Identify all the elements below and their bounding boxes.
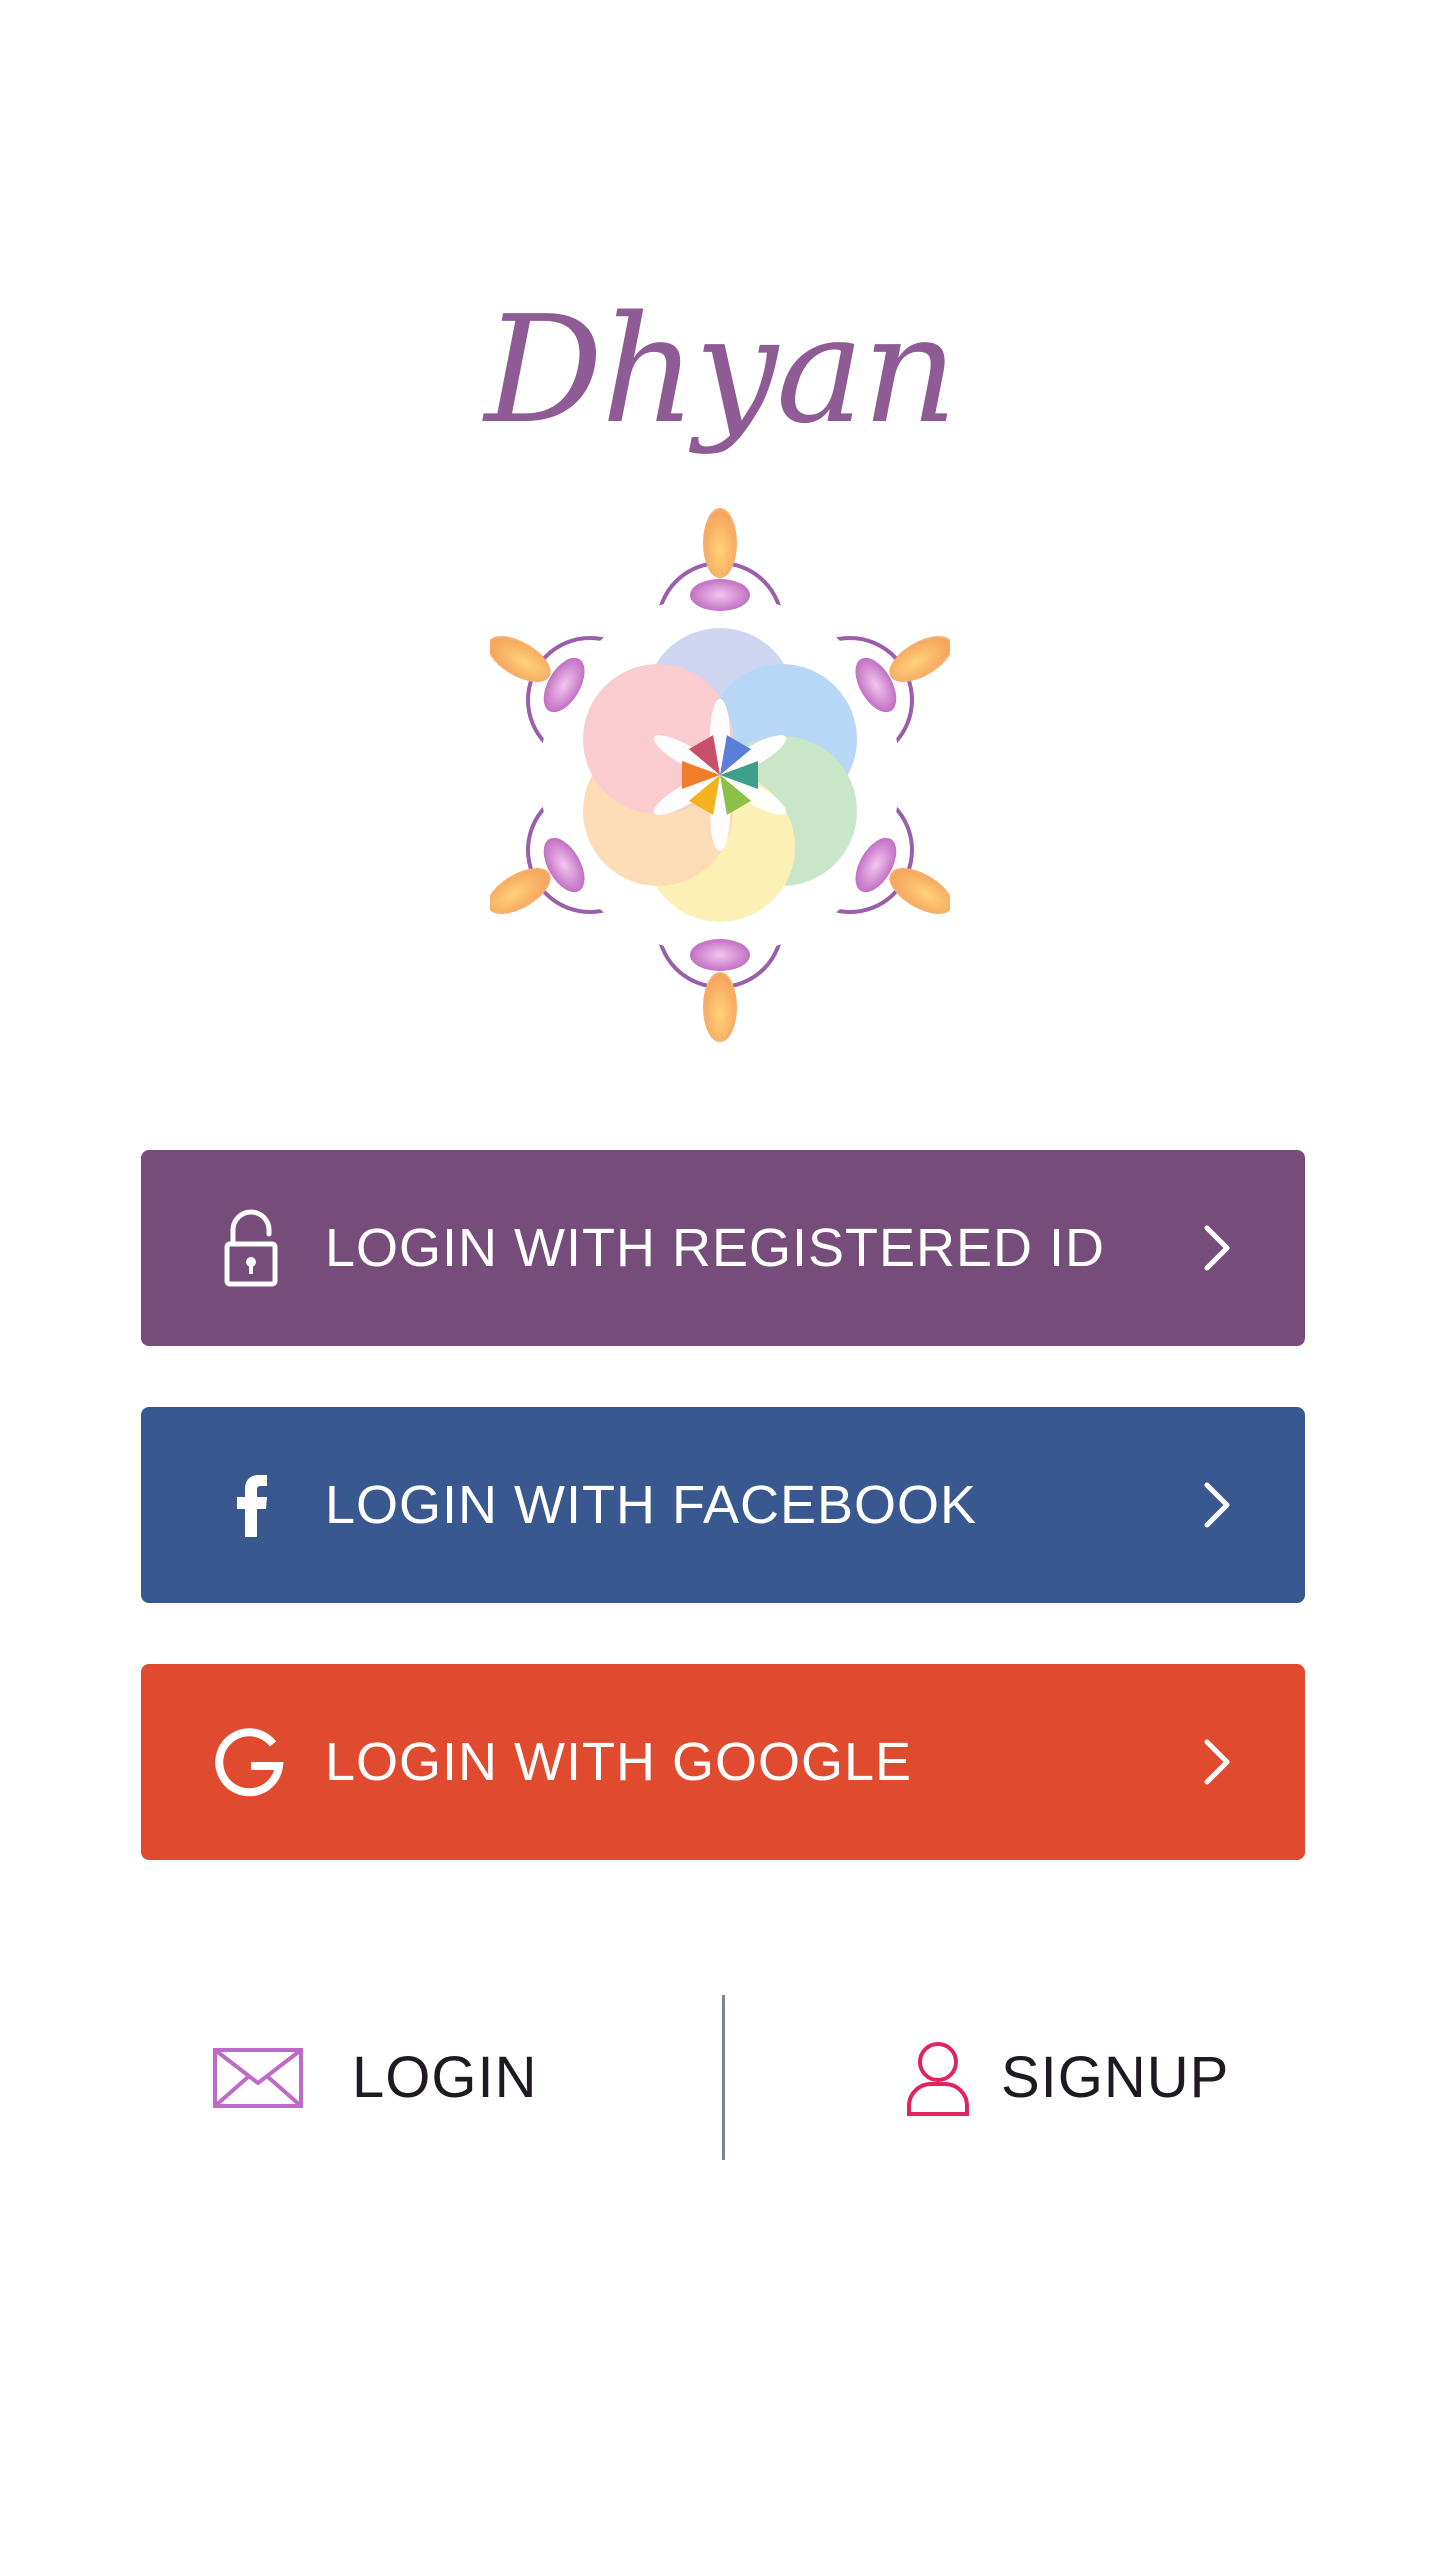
divider xyxy=(722,1995,725,2160)
user-icon xyxy=(907,2041,969,2116)
app-title: Dhyan xyxy=(484,284,957,456)
unlock-icon xyxy=(211,1208,291,1288)
bottom-actions: LOGIN SIGNUP xyxy=(0,1995,1440,2160)
login-google-button[interactable]: LOGIN WITH GOOGLE xyxy=(141,1664,1305,1860)
chevron-right-icon xyxy=(1204,1225,1230,1271)
login-facebook-button[interactable]: LOGIN WITH FACEBOOK xyxy=(141,1407,1305,1603)
chevron-right-icon xyxy=(1204,1482,1230,1528)
signup-label: SIGNUP xyxy=(1001,2045,1230,2110)
mandala-logo-icon xyxy=(490,508,950,1042)
login-registered-id-button[interactable]: LOGIN WITH REGISTERED ID xyxy=(141,1150,1305,1346)
login-facebook-label: LOGIN WITH FACEBOOK xyxy=(325,1475,978,1535)
google-icon xyxy=(211,1722,291,1802)
facebook-icon xyxy=(211,1465,291,1545)
login-registered-id-label: LOGIN WITH REGISTERED ID xyxy=(325,1218,1106,1278)
login-screen: Dhyan LOGIN WITH REGISTERED ID LOGIN WIT… xyxy=(0,0,1440,2560)
mail-icon xyxy=(213,2047,303,2108)
email-login-link[interactable]: LOGIN xyxy=(212,1995,538,2160)
signup-link[interactable]: SIGNUP xyxy=(905,1995,1229,2160)
email-login-label: LOGIN xyxy=(352,2045,538,2110)
login-google-label: LOGIN WITH GOOGLE xyxy=(325,1732,913,1792)
chevron-right-icon xyxy=(1204,1739,1230,1785)
